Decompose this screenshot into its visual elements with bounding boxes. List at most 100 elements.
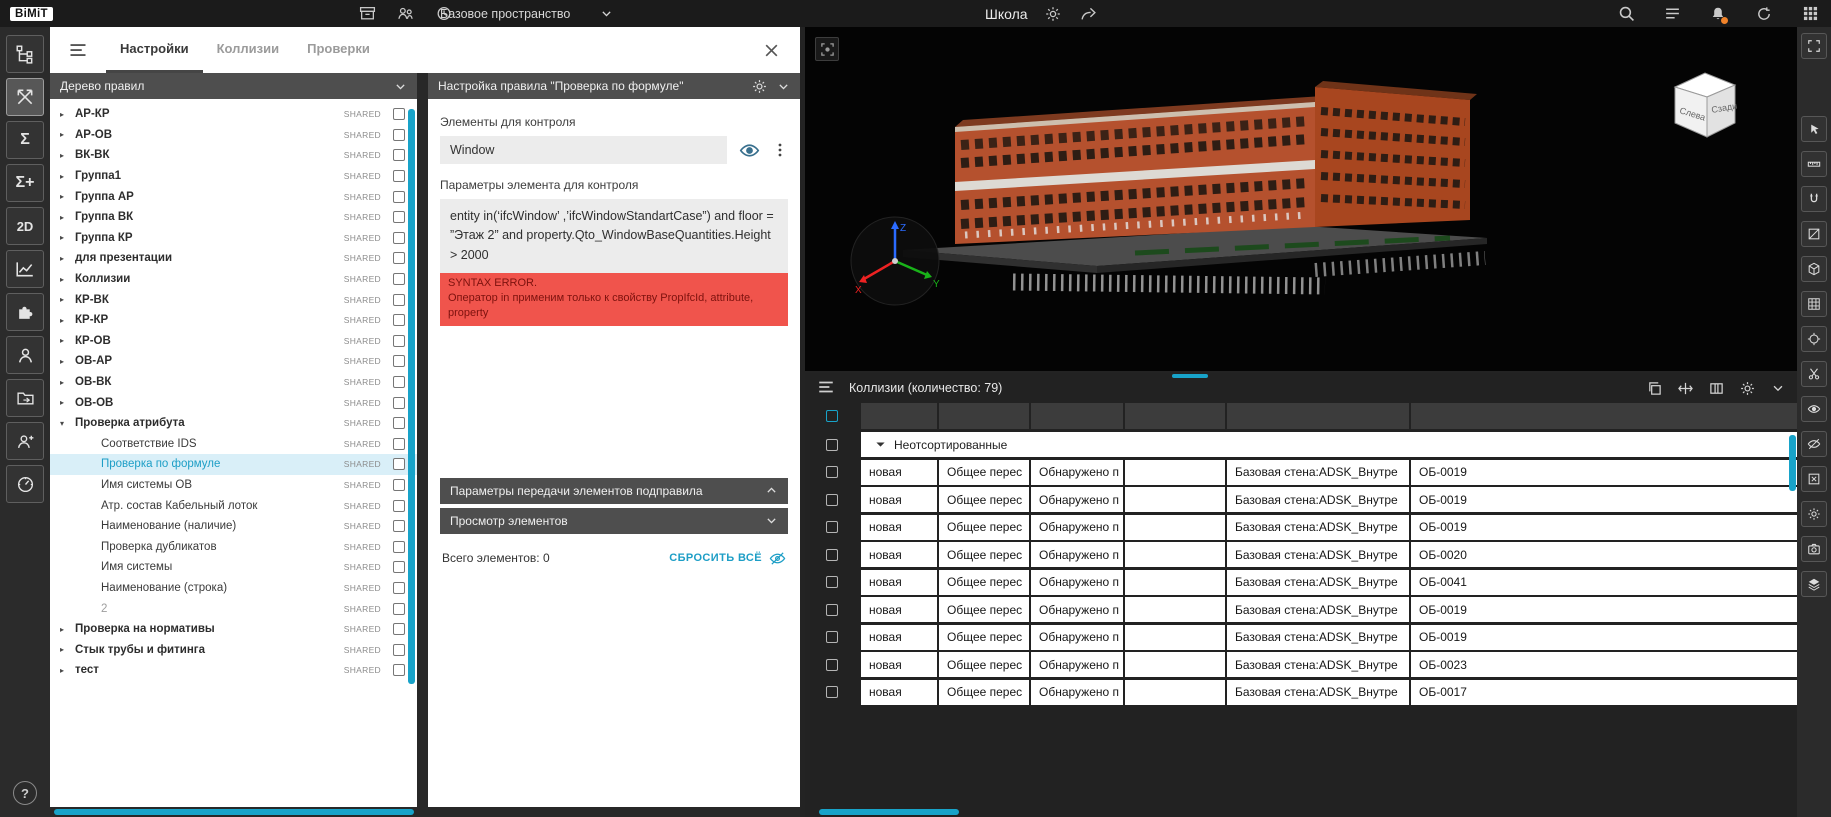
- viewport-canvas[interactable]: Слева Сзади X Y Z: [805, 27, 1797, 371]
- tree-item[interactable]: Атр. состав Кабельный лоток SHARED: [50, 495, 417, 516]
- tree-item[interactable]: Имя системы ОВ SHARED: [50, 475, 417, 496]
- tree-item[interactable]: ▸ ОВ-ОВ SHARED: [50, 392, 417, 413]
- add-user-button[interactable]: [6, 422, 44, 460]
- tree-item-checkbox[interactable]: [393, 438, 405, 450]
- tree-item-checkbox[interactable]: [393, 191, 405, 203]
- column-header[interactable]: [1031, 403, 1123, 429]
- target-point-icon[interactable]: [1801, 326, 1827, 352]
- panel-resize-handle[interactable]: [1172, 374, 1208, 378]
- tree-item-checkbox[interactable]: [393, 314, 405, 326]
- menu-list-icon[interactable]: [1661, 3, 1683, 25]
- tree-item[interactable]: ▸ АР-ОВ SHARED: [50, 125, 417, 146]
- tree-item-checkbox[interactable]: [393, 582, 405, 594]
- select-cursor-icon[interactable]: [1801, 116, 1827, 142]
- clash-detection-button[interactable]: [6, 78, 44, 116]
- element-filter-input[interactable]: [440, 136, 727, 164]
- tree-item-checkbox[interactable]: [393, 108, 405, 120]
- row-checkbox[interactable]: [826, 521, 838, 533]
- tree-item-checkbox[interactable]: [393, 623, 405, 635]
- tree-item[interactable]: Наименование (наличие) SHARED: [50, 516, 417, 537]
- viewport-settings-icon[interactable]: [1801, 501, 1827, 527]
- tree-item-checkbox[interactable]: [393, 561, 405, 573]
- tree-item-checkbox[interactable]: [393, 149, 405, 161]
- tree-item[interactable]: ▸ Стык трубы и фитинга SHARED: [50, 639, 417, 660]
- transfer-params-header[interactable]: Параметры передачи элементов подправила: [440, 478, 788, 504]
- copy-icon[interactable]: [1647, 381, 1662, 396]
- tree-item-checkbox[interactable]: [393, 170, 405, 182]
- workspace-selector[interactable]: Базовое пространство: [440, 7, 613, 21]
- collisions-horizontal-scrollbar[interactable]: [819, 809, 959, 815]
- column-header[interactable]: [1411, 403, 1797, 429]
- apps-grid-icon[interactable]: [1799, 3, 1821, 25]
- layers-icon[interactable]: [1801, 571, 1827, 597]
- more-options-dots-icon[interactable]: [772, 142, 788, 158]
- rule-tree-header[interactable]: Дерево правил: [50, 73, 417, 99]
- tree-item-checkbox[interactable]: [393, 129, 405, 141]
- tree-item-checkbox[interactable]: [393, 541, 405, 553]
- tree-item-checkbox[interactable]: [393, 479, 405, 491]
- fit-width-icon[interactable]: [1678, 381, 1693, 396]
- tree-item-checkbox[interactable]: [393, 376, 405, 388]
- collapse-panel-chevron-icon[interactable]: [1771, 381, 1785, 395]
- column-header[interactable]: [1125, 403, 1225, 429]
- tree-item[interactable]: Соответствие IDS SHARED: [50, 434, 417, 455]
- tree-horizontal-scrollbar[interactable]: [54, 809, 414, 815]
- magnet-snap-icon[interactable]: [1801, 186, 1827, 212]
- sum-plus-button[interactable]: Σ+: [6, 164, 44, 202]
- row-checkbox[interactable]: [826, 549, 838, 561]
- formula-editor[interactable]: entity in(‘ifcWindow’ ,’ifcWindowStandar…: [440, 199, 788, 273]
- tree-item-checkbox[interactable]: [393, 211, 405, 223]
- dashboard-button[interactable]: [6, 465, 44, 503]
- tree-item-checkbox[interactable]: [393, 664, 405, 676]
- tree-item-checkbox[interactable]: [393, 273, 405, 285]
- tree-item-checkbox[interactable]: [393, 644, 405, 656]
- tree-item-checkbox[interactable]: [393, 355, 405, 367]
- tab[interactable]: Настройки: [106, 27, 203, 73]
- group-row[interactable]: Неотсортированные: [805, 432, 1797, 457]
- column-header[interactable]: [1227, 403, 1409, 429]
- tree-item[interactable]: ▸ Проверка на нормативы SHARED: [50, 619, 417, 640]
- tree-item-checkbox[interactable]: [393, 335, 405, 347]
- select-all-checkbox[interactable]: [826, 410, 838, 422]
- share-icon[interactable]: [1078, 3, 1100, 25]
- tree-item-checkbox[interactable]: [393, 252, 405, 264]
- collision-row[interactable]: новая Общее перес Обнаружено п Базовая с…: [805, 542, 1797, 567]
- collision-row[interactable]: новая Общее перес Обнаружено п Базовая с…: [805, 487, 1797, 512]
- axis-gizmo[interactable]: X Y Z: [847, 213, 943, 309]
- tree-vertical-scrollbar[interactable]: [408, 109, 415, 684]
- model-tree-button[interactable]: [6, 35, 44, 73]
- help-button[interactable]: ?: [13, 781, 37, 805]
- camera-icon[interactable]: [1801, 536, 1827, 562]
- notifications-bell-icon[interactable]: [1707, 3, 1729, 25]
- tab[interactable]: Проверки: [293, 27, 384, 73]
- tree-item[interactable]: ▸ ОВ-ВК SHARED: [50, 372, 417, 393]
- tab[interactable]: Коллизии: [203, 27, 294, 73]
- section-plane-icon[interactable]: [1801, 221, 1827, 247]
- collision-row[interactable]: новая Общее перес Обнаружено п Базовая с…: [805, 460, 1797, 485]
- mode-2d-button[interactable]: 2D: [6, 207, 44, 245]
- row-checkbox[interactable]: [826, 659, 838, 671]
- row-checkbox[interactable]: [826, 604, 838, 616]
- section-box-icon[interactable]: [1801, 256, 1827, 282]
- tree-item-checkbox[interactable]: [393, 500, 405, 512]
- tree-item[interactable]: 2 SHARED: [50, 598, 417, 619]
- sync-icon[interactable]: [1753, 3, 1775, 25]
- chevron-down-icon[interactable]: [394, 80, 407, 93]
- shared-folder-button[interactable]: [6, 379, 44, 417]
- tree-item[interactable]: ▸ тест SHARED: [50, 660, 417, 681]
- collision-row[interactable]: новая Общее перес Обнаружено п Базовая с…: [805, 625, 1797, 650]
- tree-item[interactable]: ▸ АР-КР SHARED: [50, 104, 417, 125]
- group-checkbox[interactable]: [826, 439, 838, 451]
- tree-item-checkbox[interactable]: [393, 294, 405, 306]
- row-checkbox[interactable]: [826, 686, 838, 698]
- row-checkbox[interactable]: [826, 494, 838, 506]
- elements-preview-header[interactable]: Просмотр элементов: [440, 508, 788, 534]
- tree-item[interactable]: ▸ КР-ОВ SHARED: [50, 331, 417, 352]
- project-settings-gear-icon[interactable]: [1042, 3, 1064, 25]
- chevron-down-icon[interactable]: [777, 80, 790, 93]
- fit-view-icon[interactable]: [1801, 33, 1827, 59]
- tree-item-checkbox[interactable]: [393, 397, 405, 409]
- plugins-button[interactable]: [6, 293, 44, 331]
- tree-item[interactable]: ▸ Группа АР SHARED: [50, 186, 417, 207]
- search-icon[interactable]: [1615, 3, 1637, 25]
